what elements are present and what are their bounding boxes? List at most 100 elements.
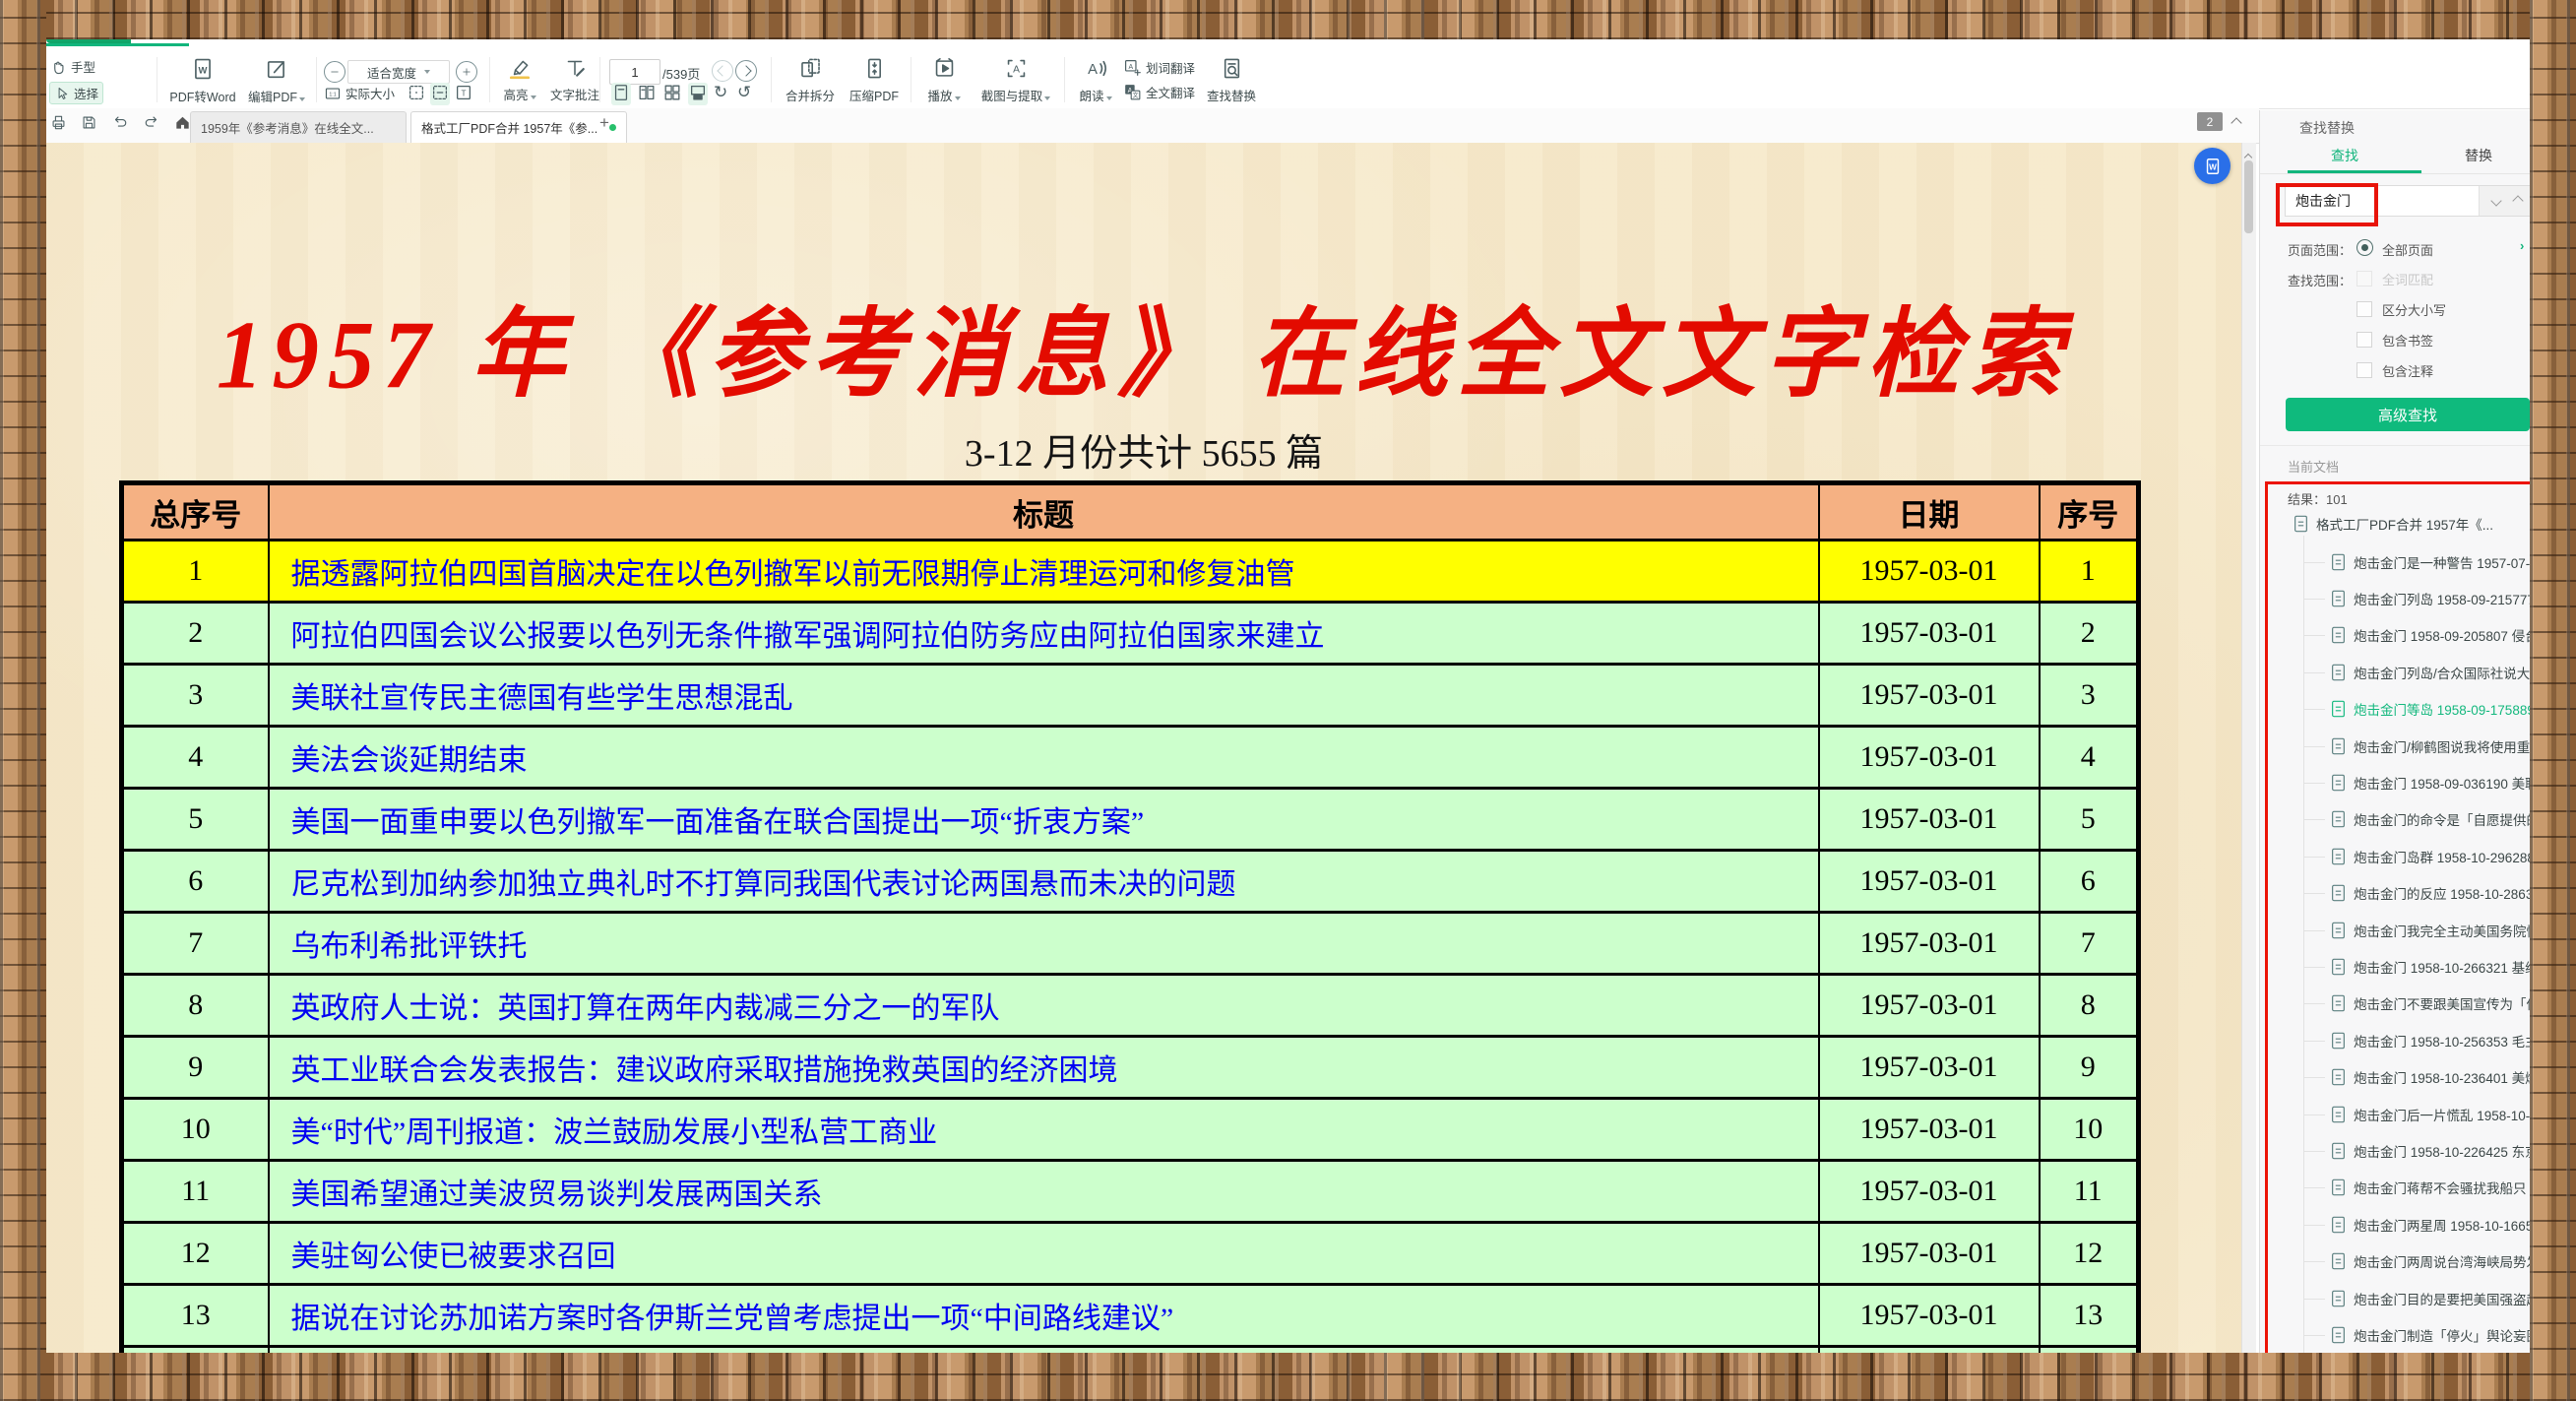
annotation-red-box-results xyxy=(2265,481,2554,1374)
tab-label: 格式工厂PDF合并 1957年《参... xyxy=(421,118,603,137)
news-index-table: 总序号 标题 日期 序号 1 据透露阿拉伯四国首脑决定在以色列撤军以前无限期停止… xyxy=(119,480,2141,1401)
prev-page-button[interactable] xyxy=(712,60,733,82)
cell-no: 1 xyxy=(122,541,269,603)
cell-date: 1957-03-01 xyxy=(1819,1285,2040,1347)
advanced-find-button[interactable]: 高级查找 xyxy=(2286,398,2530,431)
document-subtitle: 3-12 月份共计 5655 篇 xyxy=(46,422,2241,477)
zoom-out-button[interactable] xyxy=(324,61,346,83)
highlight-button[interactable]: 高亮 xyxy=(497,56,542,103)
cell-title[interactable]: 英工业联合会发表报告：建议政府采取措施挽救英国的经济困境 xyxy=(269,1037,1819,1099)
col-header-no: 总序号 xyxy=(122,483,269,541)
cell-date: 1957-03-01 xyxy=(1819,1037,2040,1099)
word-translate-button[interactable]: A 划词翻译 xyxy=(1123,58,1195,77)
hand-icon xyxy=(49,58,67,76)
edit-pdf-button[interactable]: 编辑PDF xyxy=(243,56,310,105)
two-page-view-button[interactable] xyxy=(637,83,657,105)
four-page-icon xyxy=(662,83,682,102)
checkbox[interactable] xyxy=(2356,332,2372,348)
home-icon[interactable] xyxy=(174,114,191,131)
capture-extract-button[interactable]: A 截图与提取 xyxy=(974,56,1058,104)
rotate-cw-button[interactable]: ↻ xyxy=(714,83,727,102)
compress-pdf-button[interactable]: 压缩PDF xyxy=(846,56,903,104)
cell-title[interactable]: 美法会谈延期结束 xyxy=(269,727,1819,789)
checkbox[interactable] xyxy=(2356,362,2372,378)
checkbox[interactable] xyxy=(2356,301,2372,317)
document-tab[interactable]: 1959年《参考消息》在线全文... xyxy=(190,111,407,143)
find-next-icon[interactable] xyxy=(2491,195,2502,206)
document-tab[interactable]: 格式工厂PDF合并 1957年《参... xyxy=(410,111,627,143)
edit-pdf-icon xyxy=(264,56,289,82)
table-row: 11 美国希望通过美波贸易谈判发展两国关系 1957-03-01 11 xyxy=(122,1161,2139,1223)
cell-title[interactable]: 尼克松到加纳参加独立典礼时不打算同我国代表讨论两国悬而未决的问题 xyxy=(269,851,1819,913)
collapse-toolbar-button[interactable] xyxy=(2232,114,2240,132)
cell-title[interactable]: 美“时代”周刊报道：波兰鼓励发展小型私营工商业 xyxy=(269,1099,1819,1161)
cell-seq: 2 xyxy=(2040,603,2139,665)
word-translate-icon: A xyxy=(1123,58,1142,77)
cell-title[interactable]: 美联社宣传民主德国有些学生思想混乱 xyxy=(269,665,1819,727)
svg-text:A: A xyxy=(1088,62,1098,78)
find-scope-label: 查找范围： xyxy=(2288,271,2352,289)
redo-icon[interactable] xyxy=(143,113,160,131)
scrollbar-thumb[interactable] xyxy=(2244,160,2253,233)
screen: 迅读PDF 首页阅读注释编辑转换页面高级帮助 功能搜索 登录享特权 手型 xyxy=(0,0,2576,1401)
page-number-input[interactable] xyxy=(609,59,660,85)
cell-no: 6 xyxy=(122,851,269,913)
cell-title[interactable]: 美国希望通过美波贸易谈判发展两国关系 xyxy=(269,1161,1819,1223)
zoom-mode-dropdown[interactable]: 适合宽度 xyxy=(347,60,450,84)
cell-date: 1957-03-01 xyxy=(1819,975,2040,1037)
active-menu-underline xyxy=(46,43,189,46)
highlight-label: 高亮 xyxy=(503,89,528,102)
checkbox-label: 包含书签 xyxy=(2382,331,2433,350)
cell-title[interactable]: 阿拉伯四国会议公报要以色列无条件撤军强调阿拉伯防务应由阿拉伯国家来建立 xyxy=(269,603,1819,665)
fit-width-icon xyxy=(430,83,450,102)
pdf-to-word-floating-button[interactable]: W xyxy=(2194,148,2230,184)
cursor-icon xyxy=(54,86,70,101)
cell-seq: 9 xyxy=(2040,1037,2139,1099)
page-range-label: 页面范围： xyxy=(2288,240,2352,259)
compress-pdf-label: 压缩PDF xyxy=(846,86,903,104)
brick-frame-right xyxy=(2530,0,2576,1401)
full-translate-button[interactable]: A文 全文翻译 xyxy=(1123,83,1195,101)
single-page-view-button[interactable] xyxy=(611,83,631,105)
print-icon[interactable] xyxy=(50,114,67,131)
cell-title[interactable]: 据说在讨论苏加诺方案时各伊斯兰党曾考虑提出一项“中间路线建议” xyxy=(269,1285,1819,1347)
cell-title[interactable]: 据透露阿拉伯四国首脑决定在以色列撤军以前无限期停止清理运河和修复油管 xyxy=(269,541,1819,603)
tab-replace[interactable]: 替换 xyxy=(2465,146,2492,165)
actual-size-button[interactable]: 1:1 实际大小 xyxy=(324,84,395,102)
find-prev-icon[interactable] xyxy=(2512,195,2523,206)
hand-tool-button[interactable]: 手型 xyxy=(49,57,95,76)
cell-title[interactable]: 美国一面重申要以色列撤军一面准备在联合国提出一项“折衷方案” xyxy=(269,789,1819,851)
pdf-page-view[interactable]: 1957 年 《参考消息》 在线全文文字检索 3-12 月份共计 5655 篇 … xyxy=(46,143,2241,1401)
cell-title[interactable]: 乌布利希批评铁托 xyxy=(269,913,1819,975)
zoom-in-button[interactable] xyxy=(456,61,477,83)
find-replace-button[interactable]: 查找替换 xyxy=(1202,56,1261,104)
rotate-ccw-button[interactable]: ↺ xyxy=(737,83,751,102)
cell-title[interactable]: 美驻匈公使已被要求召回 xyxy=(269,1223,1819,1285)
merge-split-button[interactable]: 合并拆分 xyxy=(781,56,840,104)
cell-date: 1957-03-01 xyxy=(1819,665,2040,727)
next-page-button[interactable] xyxy=(735,60,757,82)
read-aloud-button[interactable]: A 朗读 xyxy=(1070,56,1121,104)
play-button[interactable]: 播放 xyxy=(918,56,970,104)
continuous-scroll-button[interactable] xyxy=(688,83,708,105)
select-tool-button[interactable]: 选择 xyxy=(49,82,103,104)
undo-icon[interactable] xyxy=(111,113,129,131)
tab-find[interactable]: 查找 xyxy=(2331,146,2358,165)
svg-text:A: A xyxy=(1013,64,1020,75)
hand-tool-label: 手型 xyxy=(71,57,95,76)
expand-arrow-icon[interactable]: › xyxy=(2520,238,2524,253)
grid-view-button[interactable] xyxy=(662,83,682,105)
new-tab-button[interactable]: + xyxy=(599,113,609,133)
fit-page-button[interactable] xyxy=(407,83,426,105)
fit-width-button[interactable] xyxy=(430,83,450,105)
checkbox[interactable] xyxy=(2356,271,2372,287)
panel-title: 查找替换 xyxy=(2299,118,2355,138)
pdf-to-word-button[interactable]: W PDF转Word xyxy=(166,56,239,105)
play-caret-icon xyxy=(955,96,961,100)
page-range-radio[interactable] xyxy=(2356,239,2373,256)
fit-text-button[interactable]: T xyxy=(454,83,473,105)
document-scrollbar[interactable] xyxy=(2241,143,2256,1401)
text-annotation-button[interactable]: 文字批注 xyxy=(546,56,603,103)
cell-title[interactable]: 英政府人士说：英国打算在两年内裁减三分之一的军队 xyxy=(269,975,1819,1037)
save-icon[interactable] xyxy=(81,114,97,131)
